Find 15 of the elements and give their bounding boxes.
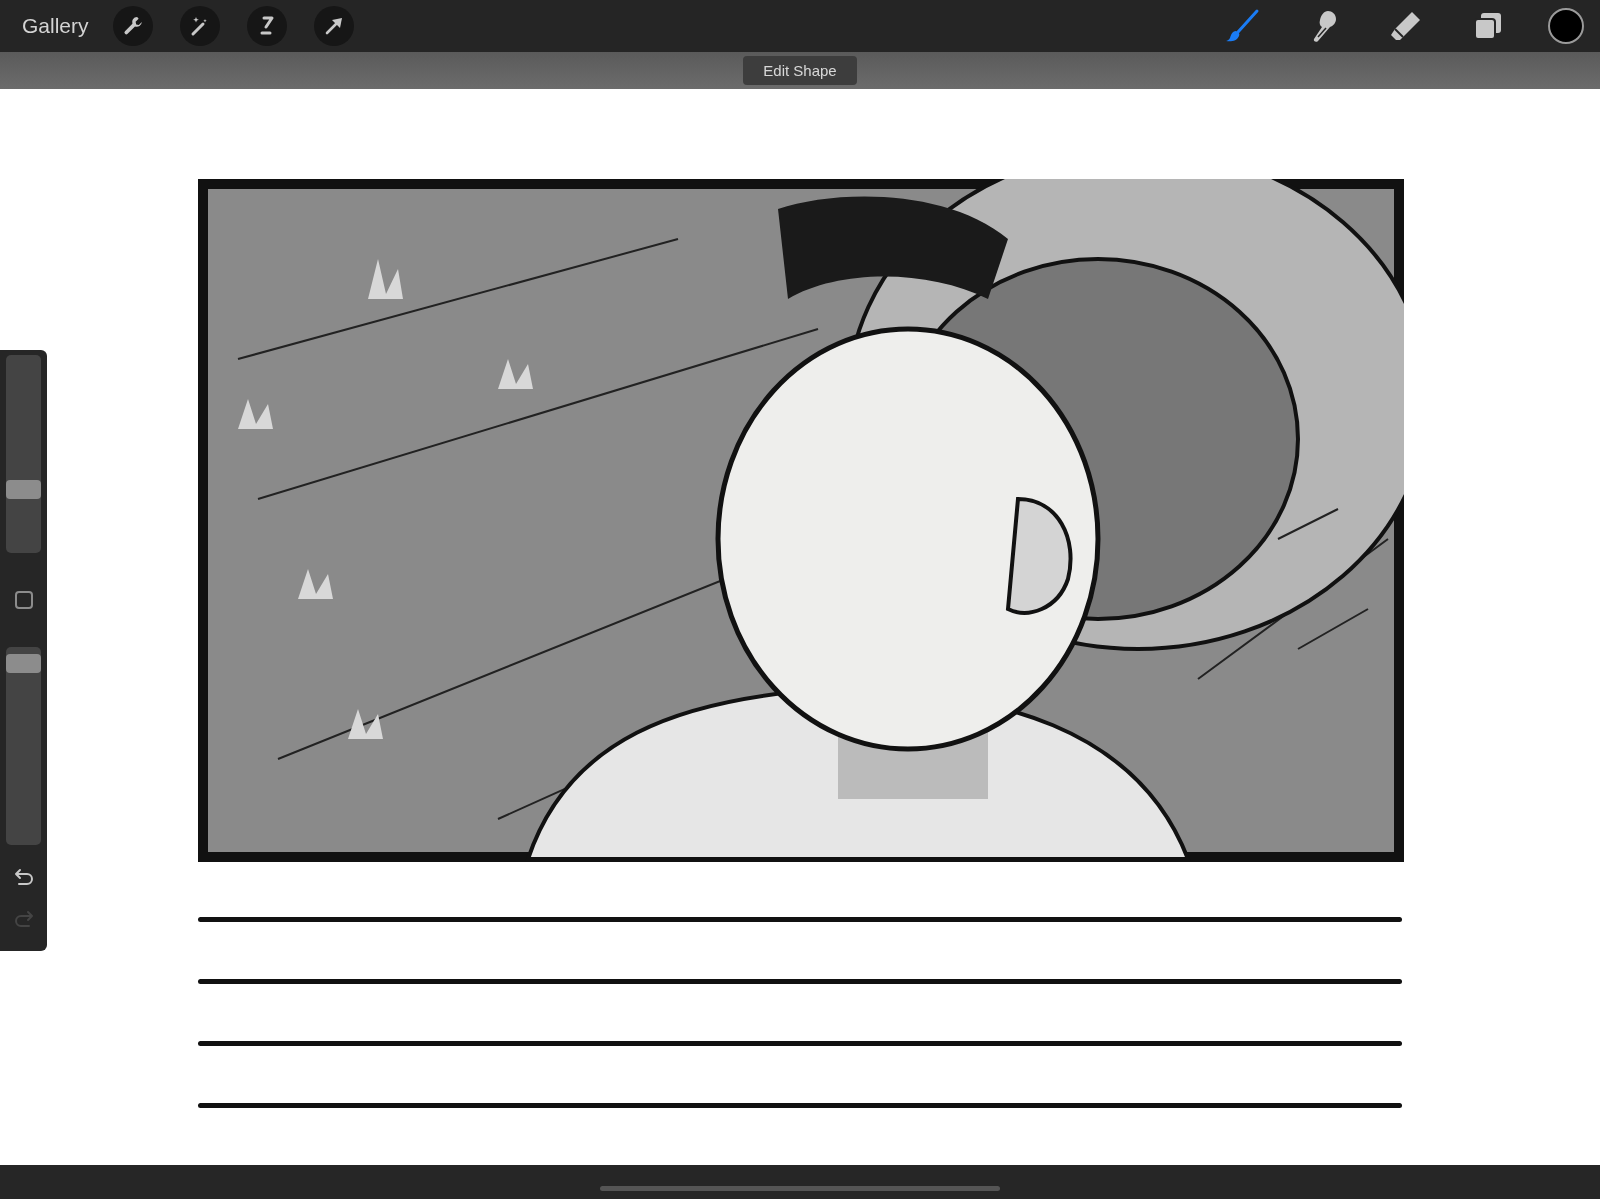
- opacity-slider[interactable]: [6, 647, 41, 845]
- transform-button[interactable]: [313, 6, 354, 46]
- color-swatch[interactable]: [1548, 8, 1584, 44]
- gallery-button[interactable]: Gallery: [22, 14, 89, 38]
- wand-button[interactable]: [179, 6, 220, 46]
- selection-button[interactable]: [246, 6, 287, 46]
- wrench-button[interactable]: [112, 6, 153, 46]
- undo-button[interactable]: [12, 867, 35, 887]
- slider-thumb[interactable]: [6, 654, 41, 674]
- slider-thumb[interactable]: [6, 480, 41, 500]
- edit-shape-label[interactable]: Edit Shape: [743, 56, 857, 85]
- modify-button[interactable]: [14, 591, 33, 609]
- brush-size-slider[interactable]: [6, 355, 41, 553]
- brush-icon: [1224, 8, 1260, 44]
- wrench-icon: [121, 15, 144, 37]
